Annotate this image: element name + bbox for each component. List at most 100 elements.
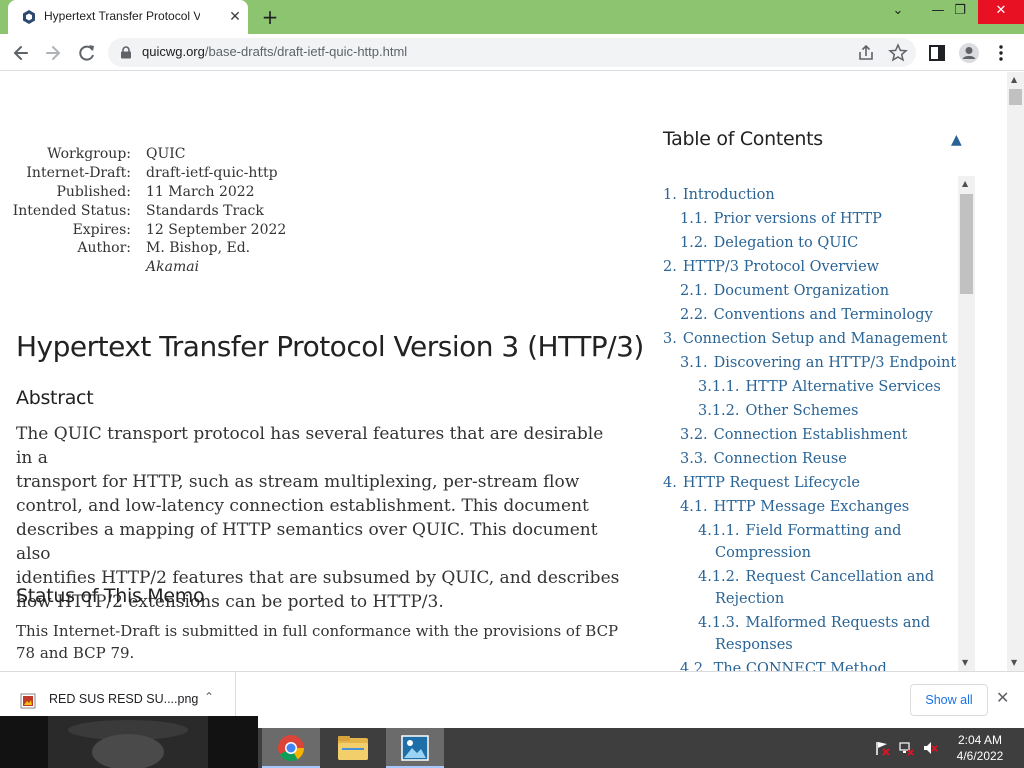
page-scrollbar[interactable]: ▲ ▼ <box>1007 72 1024 671</box>
taskbar-file-explorer-button[interactable] <box>324 728 382 768</box>
toc-item[interactable]: 4.1.1. Field Formatting and <box>698 520 901 542</box>
browser-title-bar: Hypertext Transfer Protocol Versi ✕ + ⌄ … <box>0 0 1024 34</box>
toc-item[interactable]: 2. HTTP/3 Protocol Overview <box>663 256 879 278</box>
toc-label: Connection Reuse <box>713 451 847 467</box>
toc-item-continuation[interactable]: Compression <box>715 542 811 564</box>
scroll-up-arrow-icon[interactable]: ▲ <box>1011 75 1017 84</box>
page-scroll-thumb[interactable] <box>1009 89 1022 105</box>
taskbar-photos-button[interactable] <box>386 728 444 768</box>
toc-item[interactable]: 4.1.3. Malformed Requests and <box>698 612 930 634</box>
browser-tab-active[interactable]: Hypertext Transfer Protocol Versi ✕ <box>8 0 248 34</box>
toc-item-continuation[interactable]: Responses <box>715 634 793 656</box>
toc-item[interactable]: 3.1.2. Other Schemes <box>698 400 858 422</box>
meta-value: Standards Track <box>146 203 264 219</box>
show-all-button[interactable]: Show all <box>910 684 988 716</box>
toc-number: 1. <box>663 187 677 203</box>
toc-label: Discovering an HTTP/3 Endpoint <box>713 355 956 371</box>
toc-number: 1.1. <box>680 211 708 227</box>
url-path: /base-drafts/draft-ietf-quic-http.html <box>204 44 408 59</box>
toc-list: 1. Introduction 1.1. Prior versions of HTT… <box>660 176 956 671</box>
toc-collapse-icon[interactable]: ▲ <box>951 132 962 148</box>
toc-label: Delegation to QUIC <box>713 235 859 251</box>
toc-item[interactable]: 2.1. Document Organization <box>680 280 889 302</box>
toc-item[interactable]: 4.1.2. Request Cancellation and <box>698 566 934 588</box>
toc-scrollbar[interactable]: ▲ ▼ <box>958 176 975 671</box>
close-shelf-icon[interactable]: ✕ <box>996 688 1009 707</box>
window-close-icon[interactable]: ✕ <box>978 0 1024 24</box>
download-file-name: RED SUS RESD SU....png <box>49 692 199 706</box>
toc-item[interactable]: 1.1. Prior versions of HTTP <box>680 208 882 230</box>
toc-item[interactable]: 4.2. The CONNECT Method <box>680 658 887 671</box>
scroll-down-arrow-icon[interactable]: ▼ <box>1011 658 1017 667</box>
toc-label: HTTP Alternative Services <box>745 379 941 395</box>
toc-label: HTTP Request Lifecycle <box>682 475 860 491</box>
toc-label: Request Cancellation and <box>745 569 935 585</box>
tab-close-icon[interactable]: ✕ <box>226 8 244 26</box>
restore-icon[interactable]: ❐ <box>940 0 980 24</box>
meta-row-author-org: Akamai <box>0 259 199 278</box>
toc-number: 1.2. <box>680 235 708 251</box>
desktop-wallpaper-thumbnail <box>0 716 258 768</box>
taskbar-clock[interactable]: 2:04 AM 4/6/2022 <box>948 732 1012 764</box>
new-tab-icon[interactable]: + <box>258 5 282 29</box>
image-file-icon <box>20 693 36 709</box>
toc-number: 3.1.1. <box>698 379 740 395</box>
toc-number: 4.1.3. <box>698 615 740 631</box>
meta-label: Workgroup: <box>47 146 131 162</box>
lock-icon[interactable] <box>120 46 132 59</box>
toc-item[interactable]: 1. Introduction <box>663 184 775 206</box>
scroll-down-arrow-icon[interactable]: ▼ <box>962 658 968 667</box>
profile-avatar-icon[interactable] <box>956 40 982 66</box>
forward-arrow-icon[interactable] <box>40 40 66 66</box>
abstract-line: The QUIC transport protocol has several … <box>16 424 604 468</box>
toc-number: 4.2. <box>680 661 708 671</box>
chevron-up-icon[interactable]: ⌃ <box>204 690 214 704</box>
chrome-icon <box>278 735 305 762</box>
volume-muted-icon[interactable] <box>922 740 938 756</box>
toc-label: Other Schemes <box>745 403 859 419</box>
tab-title: Hypertext Transfer Protocol Versi <box>44 9 200 23</box>
toc-item[interactable]: 4. HTTP Request Lifecycle <box>663 472 860 494</box>
toc-item[interactable]: 3.1.1. HTTP Alternative Services <box>698 376 941 398</box>
flag-notification-icon[interactable] <box>874 740 890 756</box>
meta-label: Intended Status: <box>12 203 131 219</box>
scroll-up-arrow-icon[interactable]: ▲ <box>962 179 968 188</box>
toc-item[interactable]: 3.2. Connection Establishment <box>680 424 907 446</box>
toc-item[interactable]: 1.2. Delegation to QUIC <box>680 232 858 254</box>
toc-item[interactable]: 2.2. Conventions and Terminology <box>680 304 933 326</box>
meta-value: 12 September 2022 <box>146 222 287 238</box>
toc-label: Conventions and Terminology <box>713 307 933 323</box>
side-panel-icon[interactable] <box>924 40 950 66</box>
toc-title: Table of Contents <box>663 128 823 150</box>
meta-row-published: Published: 11 March 2022 <box>0 184 254 203</box>
share-icon[interactable] <box>856 43 876 63</box>
url-domain: quicwg.org <box>142 44 205 59</box>
quic-favicon-icon <box>23 10 35 24</box>
toc-label: Field Formatting and <box>745 523 902 539</box>
more-menu-icon[interactable] <box>988 40 1014 66</box>
abstract-line: describes a mapping of HTTP semantics ov… <box>16 520 598 564</box>
toc-item-continuation[interactable]: Rejection <box>715 588 784 610</box>
meta-label: Author: <box>77 240 131 256</box>
reload-icon[interactable] <box>74 40 100 66</box>
tab-search-chevron-icon[interactable]: ⌄ <box>878 0 918 24</box>
toc-label: HTTP Message Exchanges <box>713 499 910 515</box>
toc-item[interactable]: 3.1. Discovering an HTTP/3 Endpoint <box>680 352 956 374</box>
toc-label: Document Organization <box>713 283 890 299</box>
taskbar-chrome-button[interactable] <box>262 728 320 768</box>
address-bar[interactable]: quicwg.org/base-drafts/draft-ietf-quic-h… <box>108 38 916 67</box>
meta-row-author: Author: M. Bishop, Ed. <box>0 240 250 259</box>
status-line: This Internet-Draft is submitted in full… <box>16 622 619 640</box>
bookmark-star-icon[interactable] <box>888 43 908 63</box>
meta-label: Published: <box>56 184 131 200</box>
url-text[interactable]: quicwg.org/base-drafts/draft-ietf-quic-h… <box>142 44 407 59</box>
author-org: Akamai <box>146 259 200 275</box>
toc-item[interactable]: 3. Connection Setup and Management <box>663 328 947 350</box>
toc-scroll-thumb[interactable] <box>960 194 973 294</box>
meta-row-internet-draft: Internet-Draft: draft-ietf-quic-http <box>0 165 277 184</box>
back-arrow-icon[interactable] <box>8 40 34 66</box>
network-icon[interactable] <box>898 740 914 756</box>
toc-item[interactable]: 3.3. Connection Reuse <box>680 448 847 470</box>
toc-number: 4.1. <box>680 499 708 515</box>
toc-item[interactable]: 4.1. HTTP Message Exchanges <box>680 496 909 518</box>
